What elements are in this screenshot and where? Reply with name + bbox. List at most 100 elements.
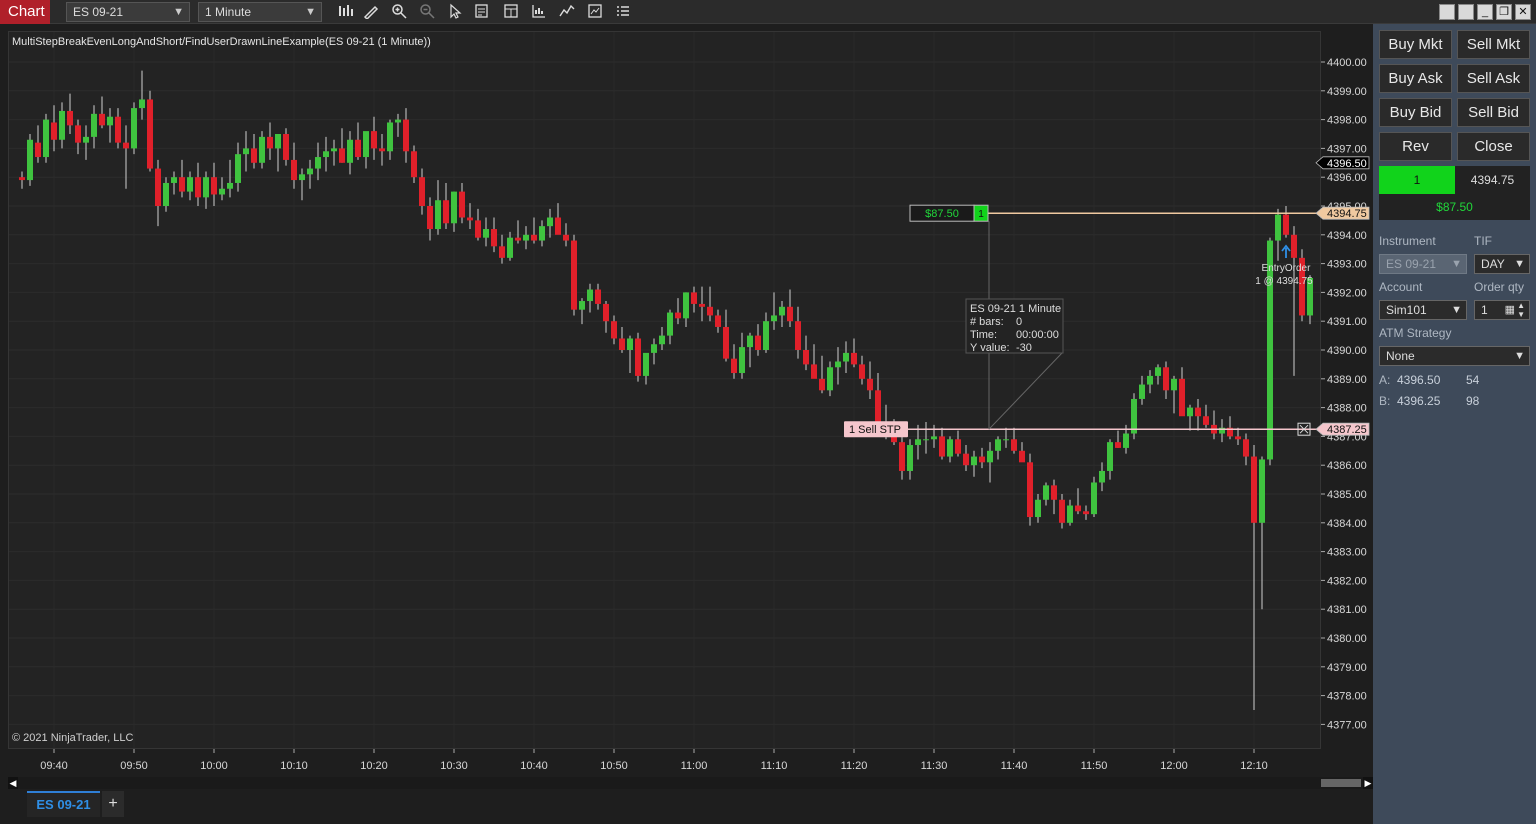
- candle-body: [227, 182, 233, 189]
- candle-body: [155, 168, 161, 206]
- candle-body: [995, 439, 1001, 451]
- sell-bid-button[interactable]: Sell Bid: [1457, 98, 1530, 127]
- entry-marker-fill: 1 @ 4394.75: [1255, 276, 1313, 287]
- time-tick-label: 10:40: [520, 760, 548, 772]
- candle-body: [459, 191, 465, 218]
- tab-es-09-21[interactable]: ES 09-21: [27, 791, 100, 817]
- candle-body: [867, 378, 873, 391]
- candle-body: [1235, 436, 1241, 440]
- reverse-button[interactable]: Rev: [1379, 132, 1452, 161]
- candle-body: [251, 148, 257, 163]
- candle-body: [539, 226, 545, 241]
- data-box-row-value: -30: [1016, 342, 1032, 354]
- atm-strategy-select[interactable]: None ▼: [1379, 346, 1530, 366]
- candle-body: [67, 110, 73, 126]
- candle-body: [635, 338, 641, 376]
- buy-bid-button[interactable]: Buy Bid: [1379, 98, 1452, 127]
- candle-body: [651, 344, 657, 353]
- candle-body: [315, 157, 321, 169]
- add-tab-button[interactable]: +: [102, 791, 124, 817]
- candle-body: [1003, 439, 1009, 441]
- ask-label: A:: [1379, 373, 1391, 387]
- close-position-button[interactable]: Close: [1457, 132, 1530, 161]
- entry-price-marker: 4394.75: [1327, 208, 1367, 220]
- candle-body: [627, 338, 633, 350]
- candle-body: [603, 303, 609, 322]
- candle-body: [859, 364, 865, 379]
- time-tick-label: 10:50: [600, 760, 628, 772]
- price-tick-label: 4397.00: [1327, 143, 1367, 155]
- position-avg-price: 4394.75: [1455, 166, 1530, 194]
- candle-body: [411, 151, 417, 178]
- time-tick-label: 11:20: [841, 760, 868, 772]
- price-tick-label: 4384.00: [1327, 518, 1367, 530]
- price-tick-label: 4393.00: [1327, 259, 1367, 271]
- user-drawn-line: [988, 352, 1063, 430]
- candle-body: [91, 113, 97, 137]
- time-tick-label: 11:10: [761, 760, 788, 772]
- instrument-select-value: ES 09-21: [1386, 257, 1437, 271]
- price-tick-label: 4385.00: [1327, 489, 1367, 501]
- candle-body: [1203, 416, 1209, 425]
- time-tick-label: 10:00: [200, 760, 228, 772]
- candle-body: [579, 301, 585, 310]
- candle-body: [331, 148, 337, 152]
- data-box-title: ES 09-21 1 Minute: [970, 303, 1061, 315]
- candle-body: [243, 148, 249, 155]
- candle-body: [531, 234, 537, 241]
- chart-scrollbar[interactable]: ◀ ▶: [8, 777, 1373, 789]
- candle-body: [1035, 499, 1041, 518]
- instrument-label: Instrument: [1379, 234, 1436, 248]
- candle-body: [923, 439, 929, 441]
- candle-body: [283, 134, 289, 160]
- buy-ask-button[interactable]: Buy Ask: [1379, 64, 1452, 93]
- candle-body: [939, 436, 945, 457]
- candle-body: [435, 200, 441, 230]
- price-tick-label: 4400.00: [1327, 57, 1367, 69]
- candle-body: [123, 142, 129, 149]
- candle-body: [475, 220, 481, 238]
- candle-body: [987, 450, 993, 463]
- candle-body: [395, 119, 401, 123]
- data-box-row-label: Y value:: [970, 342, 1010, 354]
- candle-body: [899, 442, 905, 471]
- candle-body: [747, 335, 753, 348]
- candle-body: [619, 338, 625, 350]
- calculator-icon[interactable]: ▦: [1505, 301, 1515, 319]
- candle-body: [547, 217, 553, 227]
- candle-body: [643, 352, 649, 376]
- candle-body: [275, 134, 281, 149]
- candle-body: [1051, 485, 1057, 500]
- time-tick-label: 11:40: [1001, 760, 1028, 772]
- order-qty-value[interactable]: 1: [1481, 303, 1488, 317]
- candle-body: [307, 168, 313, 175]
- sell-mkt-button[interactable]: Sell Mkt: [1457, 30, 1530, 59]
- account-select[interactable]: Sim101 ▼: [1379, 300, 1467, 320]
- candle-body: [779, 306, 785, 316]
- position-quantity: 1: [1379, 166, 1455, 194]
- time-tick-label: 11:50: [1081, 760, 1108, 772]
- buy-mkt-button[interactable]: Buy Mkt: [1379, 30, 1452, 59]
- time-tick-label: 10:10: [280, 760, 308, 772]
- candle-body: [915, 439, 921, 446]
- scroll-left-icon[interactable]: ◀: [8, 777, 18, 789]
- candle-body: [1251, 456, 1257, 523]
- order-qty-stepper[interactable]: 1 ▦ ▲ ▼: [1474, 300, 1530, 320]
- candle-body: [803, 350, 809, 365]
- price-tick-label: 4381.00: [1327, 604, 1367, 616]
- candle-body: [667, 312, 673, 336]
- scroll-right-icon[interactable]: ▶: [1363, 777, 1373, 789]
- candle-body: [219, 188, 225, 195]
- spinner-icon[interactable]: ▲ ▼: [1517, 301, 1525, 319]
- candle-body: [1171, 378, 1177, 391]
- tif-select[interactable]: DAY ▼: [1474, 254, 1530, 274]
- candle-body: [483, 229, 489, 238]
- candle-body: [1043, 485, 1049, 500]
- scroll-thumb[interactable]: [1321, 779, 1361, 787]
- candle-body: [403, 119, 409, 152]
- time-tick-label: 10:30: [440, 760, 468, 772]
- sell-ask-button[interactable]: Sell Ask: [1457, 64, 1530, 93]
- chevron-down-icon: ▼: [1451, 304, 1462, 316]
- atm-strategy-value: None: [1386, 349, 1415, 363]
- price-tick-label: 4392.00: [1327, 287, 1367, 299]
